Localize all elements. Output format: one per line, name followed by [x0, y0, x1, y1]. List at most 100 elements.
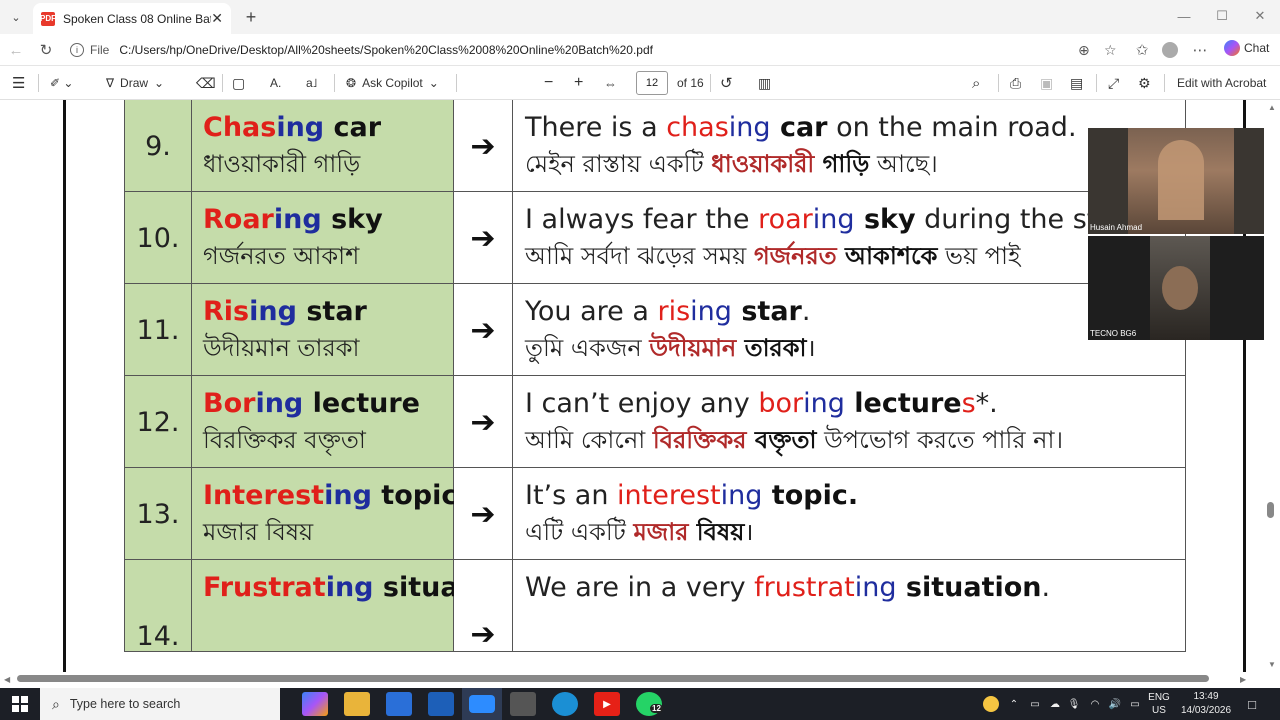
- close-window-icon[interactable]: ✕: [1248, 6, 1272, 26]
- fullscreen-icon[interactable]: ⤢: [1108, 73, 1119, 93]
- video-feed: [1150, 236, 1210, 340]
- text-segment: উপভোগ করতে পারি না।: [816, 426, 1064, 454]
- row-number: 13.: [124, 468, 192, 560]
- eraser-icon[interactable]: ⌫: [196, 73, 216, 93]
- mail-icon[interactable]: [428, 692, 454, 716]
- horizontal-scroll-thumb[interactable]: [17, 675, 1209, 682]
- edit-with-acrobat-button[interactable]: Edit with Acrobat: [1177, 73, 1266, 93]
- text-segment: ing: [854, 572, 897, 603]
- scroll-up-icon[interactable]: ▲: [1268, 103, 1276, 112]
- favorite-star-icon[interactable]: ☆: [1104, 42, 1117, 59]
- info-icon[interactable]: i: [70, 43, 84, 57]
- scroll-right-icon[interactable]: ▶: [1240, 675, 1246, 684]
- wifi-icon[interactable]: ◠: [1086, 688, 1104, 720]
- cloud-icon[interactable]: ☁: [1046, 688, 1064, 720]
- power-icon[interactable]: ▭: [1126, 688, 1144, 720]
- vertical-scroll-thumb[interactable]: [1267, 502, 1274, 518]
- table-border: [124, 651, 1186, 652]
- toolbar-separator: [998, 74, 999, 92]
- more-options-icon[interactable]: ⋯: [1190, 40, 1210, 60]
- phrase-english: Roaring sky: [203, 202, 453, 238]
- search-icon[interactable]: ⌕: [972, 73, 980, 93]
- language-indicator[interactable]: ENG US: [1144, 688, 1174, 720]
- table-row: 11. Rising star উদীয়মান তারকা ➔ You are a r…: [124, 283, 1186, 376]
- new-tab-icon[interactable]: +: [240, 6, 262, 28]
- file-explorer-icon[interactable]: [344, 692, 370, 716]
- favorites-icon[interactable]: ✩: [1132, 40, 1152, 60]
- microphone-icon[interactable]: 🎙: [1066, 688, 1082, 720]
- search-placeholder: Type here to search: [69, 697, 181, 711]
- minimize-icon[interactable]: —: [1172, 6, 1196, 26]
- table-row: 12. Boring lecture বিরক্তিকর বক্তৃতা ➔ I can…: [124, 375, 1186, 468]
- zoom-icon[interactable]: ⊕: [1078, 42, 1090, 59]
- text-segment: ing: [690, 296, 732, 327]
- example-cell: I can’t enjoy any boring lectures*. আমি ক…: [513, 376, 1186, 468]
- text-box-icon[interactable]: ▢: [232, 73, 245, 93]
- phrase-bangla: মজার বিষয়: [203, 518, 314, 546]
- scroll-left-icon[interactable]: ◀: [4, 675, 10, 684]
- text-segment: ing: [728, 112, 771, 143]
- zoom-out-icon[interactable]: −: [544, 73, 553, 93]
- video-tile-tecno[interactable]: TECNO BG6: [1088, 236, 1274, 340]
- tab-actions-chevron-icon[interactable]: ⌄: [6, 8, 26, 26]
- rotate-icon[interactable]: ↺: [720, 73, 733, 93]
- phrase-bangla: ধাওয়াকারী গাড়ি: [203, 150, 361, 178]
- text-segment: Frustrat: [203, 572, 326, 603]
- example-english: We are in a very frustrating situation.: [525, 570, 1185, 606]
- translate-icon[interactable]: a˩: [306, 73, 317, 93]
- draw-button[interactable]: ∇ Draw ⌄: [106, 73, 164, 93]
- ask-copilot-button[interactable]: ❂ Ask Copilot ⌄: [346, 73, 439, 93]
- battery-icon[interactable]: ▭: [1026, 688, 1044, 720]
- volume-icon[interactable]: 🔊: [1106, 688, 1124, 720]
- close-tab-icon[interactable]: ✕: [211, 10, 223, 27]
- whatsapp-icon[interactable]: 12: [636, 692, 663, 716]
- browser-tab[interactable]: PDF Spoken Class 08 Online Batch .pdf ✕: [33, 3, 231, 34]
- highlight-icon[interactable]: ✐ ⌄: [50, 73, 73, 93]
- example-english: You are a rising star.: [525, 294, 1185, 330]
- page-view-icon[interactable]: ▥: [758, 73, 771, 93]
- save-icon[interactable]: ▣: [1040, 73, 1053, 93]
- copilot-app-icon[interactable]: [302, 692, 328, 716]
- scroll-down-icon[interactable]: ▼: [1268, 660, 1276, 669]
- back-icon[interactable]: ←: [6, 40, 26, 60]
- print-icon[interactable]: ⎙: [1010, 73, 1021, 93]
- tab-title: Spoken Class 08 Online Batch .pdf: [63, 11, 211, 26]
- text-segment: Ris: [203, 296, 250, 327]
- video-tile-husain[interactable]: Husain Ahmad: [1088, 128, 1274, 234]
- url-field[interactable]: i File C:/Users/hp/OneDrive/Desktop/All%…: [64, 38, 1126, 62]
- read-aloud-icon[interactable]: A.: [270, 73, 281, 93]
- profile-avatar[interactable]: [1160, 40, 1180, 60]
- contents-list-icon[interactable]: ☰: [12, 73, 25, 93]
- tray-chevron-up-icon[interactable]: ⌃: [1006, 688, 1022, 720]
- help-icon[interactable]: [980, 688, 1002, 720]
- save-as-icon[interactable]: ▤: [1070, 73, 1083, 93]
- text-segment: .: [801, 296, 811, 327]
- text-segment: তুমি একজন: [525, 334, 650, 362]
- zoom-in-icon[interactable]: +: [574, 73, 583, 93]
- url-text[interactable]: C:/Users/hp/OneDrive/Desktop/All%20sheet…: [119, 43, 653, 57]
- row-number: 11.: [124, 284, 192, 376]
- refresh-icon[interactable]: ↻: [36, 40, 56, 60]
- copilot-chat-button[interactable]: Chat: [1224, 40, 1269, 56]
- youtube-icon[interactable]: ▶: [594, 692, 620, 716]
- maximize-icon[interactable]: ☐: [1210, 6, 1234, 26]
- text-segment: star: [296, 296, 367, 327]
- phrase-english: Interesting topic: [203, 478, 457, 514]
- table-row: 9. Chasing car ধাওয়াকারী গাড়ি ➔ There is a…: [124, 100, 1186, 192]
- camera-icon[interactable]: [510, 692, 536, 716]
- vertical-scrollbar[interactable]: ▲ ▼: [1264, 100, 1280, 672]
- text-segment: frustrat: [754, 572, 855, 603]
- phrase-cell: Roaring sky গর্জনরত আকাশ: [192, 192, 454, 284]
- store-icon[interactable]: [386, 692, 412, 716]
- page-number-input[interactable]: 12: [636, 71, 668, 95]
- fit-page-icon[interactable]: ⇔: [604, 73, 617, 93]
- notifications-icon[interactable]: □: [1242, 688, 1262, 720]
- participant-name: Husain Ahmad: [1090, 223, 1143, 232]
- taskbar-search-box[interactable]: ⌕ Type here to search: [40, 688, 280, 720]
- windows-start-icon[interactable]: [0, 688, 40, 720]
- text-segment: sky: [854, 204, 916, 235]
- edge-icon[interactable]: [552, 692, 578, 716]
- zoom-app-icon[interactable]: [462, 688, 502, 720]
- clock[interactable]: 13:49 14/03/2026: [1176, 688, 1236, 720]
- settings-gear-icon[interactable]: ⚙: [1138, 73, 1151, 93]
